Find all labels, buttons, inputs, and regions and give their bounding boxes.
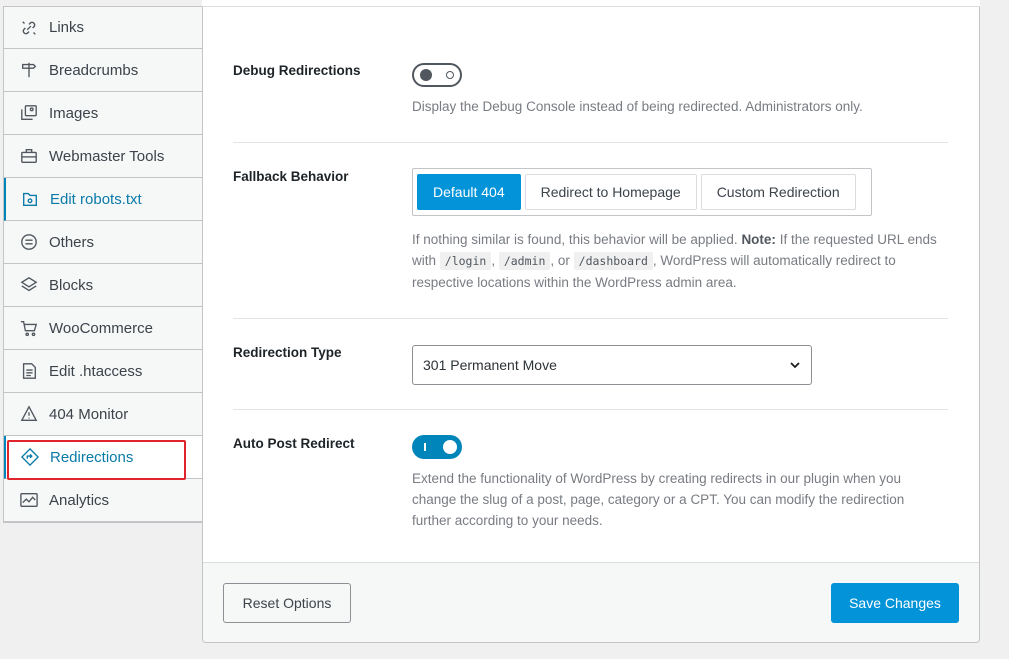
- sidebar-item-edit-robots[interactable]: Edit robots.txt: [4, 178, 203, 221]
- sidebar-item-label: 404 Monitor: [49, 405, 129, 423]
- auto-post-redirect-toggle[interactable]: [412, 435, 462, 459]
- auto-post-redirect-description: Extend the functionality of WordPress by…: [412, 471, 905, 528]
- fallback-redirect-homepage-button[interactable]: Redirect to Homepage: [524, 174, 697, 210]
- redirection-type-select[interactable]: 301 Permanent Move: [412, 345, 812, 385]
- desc-sep: ,: [491, 253, 499, 268]
- panel-top-edge: [202, 0, 980, 7]
- desc-text: If nothing similar is found, this behavi…: [412, 232, 742, 247]
- settings-sidebar: Links Breadcrumbs Images Webmaster Tools…: [3, 6, 203, 523]
- sidebar-item-404-monitor[interactable]: 404 Monitor: [4, 393, 203, 436]
- code-login: /login: [439, 252, 492, 270]
- signpost-icon: [19, 60, 39, 80]
- debug-redirections-label: Debug Redirections: [233, 63, 361, 78]
- fallback-behavior-segmented: Default 404 Redirect to Homepage Custom …: [412, 168, 872, 216]
- sidebar-item-label: Redirections: [50, 448, 134, 466]
- analytics-icon: [19, 490, 39, 510]
- sidebar-item-webmaster-tools[interactable]: Webmaster Tools: [4, 135, 203, 178]
- sidebar-item-label: Others: [49, 233, 95, 251]
- divider: [233, 318, 948, 319]
- fallback-behavior-description: If nothing similar is found, this behavi…: [412, 229, 952, 293]
- redirect-diamond-icon: [20, 447, 40, 467]
- sidebar-item-label: Analytics: [49, 491, 110, 509]
- cart-icon: [19, 318, 39, 338]
- sidebar-item-label: Edit robots.txt: [50, 190, 142, 208]
- sidebar-item-label: WooCommerce: [49, 319, 153, 337]
- sidebar-item-label: Links: [49, 19, 85, 36]
- toolbox-icon: [19, 146, 39, 166]
- blocks-icon: [19, 275, 39, 295]
- sidebar-item-redirections[interactable]: Redirections: [4, 436, 203, 479]
- auto-post-redirect-label: Auto Post Redirect: [233, 436, 355, 451]
- fallback-custom-redirection-button[interactable]: Custom Redirection: [700, 174, 856, 210]
- code-admin: /admin: [498, 252, 551, 270]
- code-dashboard: /dashboard: [573, 252, 653, 270]
- sidebar-item-breadcrumbs[interactable]: Breadcrumbs: [4, 49, 203, 92]
- reset-options-button[interactable]: Reset Options: [223, 583, 351, 623]
- toggle-on-mark: [424, 443, 426, 451]
- sidebar-item-links[interactable]: Links: [4, 6, 203, 49]
- warning-icon: [19, 404, 39, 424]
- sidebar-item-images[interactable]: Images: [4, 92, 203, 135]
- fallback-default-404-button[interactable]: Default 404: [417, 174, 521, 210]
- links-icon: [19, 18, 39, 38]
- sidebar-item-label: Breadcrumbs: [49, 61, 139, 79]
- save-changes-button[interactable]: Save Changes: [831, 583, 959, 623]
- debug-redirections-description: Display the Debug Console instead of bei…: [412, 99, 863, 114]
- sidebar-item-label: Images: [49, 104, 99, 122]
- robots-file-icon: [20, 189, 40, 209]
- divider: [233, 142, 948, 143]
- fallback-behavior-label: Fallback Behavior: [233, 169, 349, 184]
- toggle-knob: [420, 69, 432, 81]
- file-text-icon: [19, 361, 39, 381]
- redirection-type-value: 301 Permanent Move: [423, 357, 557, 373]
- chevron-down-icon: [788, 358, 802, 375]
- sidebar-item-label: Webmaster Tools: [49, 147, 165, 165]
- redirection-type-label: Redirection Type: [233, 345, 342, 360]
- sidebar-item-label: Edit .htaccess: [49, 362, 143, 380]
- sidebar-item-others[interactable]: Others: [4, 221, 203, 264]
- toggle-knob: [443, 440, 457, 454]
- sidebar-item-analytics[interactable]: Analytics: [4, 479, 203, 522]
- desc-note: Note:: [741, 232, 776, 247]
- sidebar-item-label: Blocks: [49, 276, 94, 294]
- toggle-off-mark: [446, 71, 454, 79]
- desc-sep: , or: [550, 253, 574, 268]
- circle-lines-icon: [19, 232, 39, 252]
- sidebar-item-blocks[interactable]: Blocks: [4, 264, 203, 307]
- sidebar-item-woocommerce[interactable]: WooCommerce: [4, 307, 203, 350]
- images-icon: [19, 103, 39, 123]
- sidebar-item-edit-htaccess[interactable]: Edit .htaccess: [4, 350, 203, 393]
- divider: [233, 409, 948, 410]
- debug-redirections-toggle[interactable]: [412, 63, 462, 87]
